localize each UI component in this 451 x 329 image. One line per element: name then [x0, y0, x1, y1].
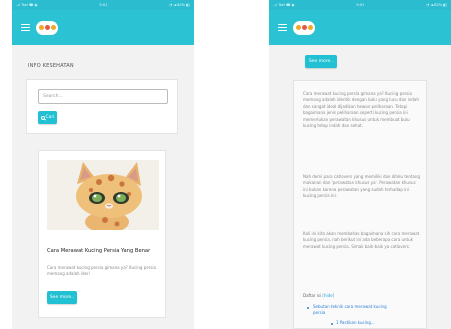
status-time: 9:01 [99, 3, 108, 7]
app-bar [12, 10, 194, 45]
status-right: ◔ ◄ 82% ▮▯ [426, 3, 447, 7]
search-input[interactable]: Search... [38, 89, 168, 104]
article-card[interactable]: Cara Merawat Kucing Persia Yang Benar Ca… [38, 150, 166, 318]
toc-bullet-icon [307, 307, 309, 309]
search-button[interactable]: Cari [38, 111, 57, 124]
toc-title: Daftar isi [303, 293, 322, 298]
article-paragraph-3: Kali ini kita akan membahas bagaimana si… [303, 231, 420, 249]
article-excerpt: Cara merawat kucing persia gimana ya? Ku… [47, 265, 156, 276]
section-title: INFO KESEHATAN [28, 63, 74, 69]
status-left: ..ıl Tsel ☎ ◉ [16, 3, 38, 7]
article-content-card: Cara merawat kucing persia gimana ya? Ku… [293, 80, 427, 329]
status-left: ..ıl Tsel ☎ ◉ [273, 3, 295, 7]
menu-icon[interactable] [21, 24, 30, 31]
toc-label: Daftar isi [hide] [303, 293, 334, 298]
cat-figurine-image [47, 160, 159, 230]
article-title[interactable]: Cara Merawat Kucing Persia Yang Benar [47, 248, 167, 254]
article-paragraph-1: Cara merawat kucing persia gimana ya? Ku… [303, 91, 419, 129]
see-more-button[interactable]: See more.. [305, 55, 337, 68]
status-time: 9:01 [356, 3, 365, 7]
status-right: ◔ ◄ 82% ▮▯ [169, 3, 190, 7]
search-card: Search... Cari [26, 79, 178, 134]
toc-bullet-icon [331, 323, 333, 325]
status-bar: ..ıl Tsel ☎ ◉ 9:01 ◔ ◄ 82% ▮▯ [269, 0, 451, 10]
right-phone-screen: ..ıl Tsel ☎ ◉ 9:01 ◔ ◄ 82% ▮▯ See more..… [269, 0, 451, 329]
left-phone-screen: ..ıl Tsel ☎ ◉ 9:01 ◔ ◄ 82% ▮▯ INFO KESEH… [12, 0, 194, 329]
app-bar [269, 10, 451, 45]
toc-hide-toggle[interactable]: [hide] [322, 293, 334, 298]
app-logo-icon[interactable] [293, 20, 315, 35]
toc-item-1[interactable]: Sebutan teknik cara merawat kucing persi… [313, 304, 393, 316]
app-logo-icon[interactable] [36, 20, 58, 35]
status-bar: ..ıl Tsel ☎ ◉ 9:01 ◔ ◄ 82% ▮▯ [12, 0, 194, 10]
toc-item-2[interactable]: 1 Pastikan kucing... [336, 320, 416, 326]
menu-icon[interactable] [278, 24, 287, 31]
see-more-button[interactable]: See more.. [47, 291, 77, 304]
article-paragraph-2: Nah demi para catlovers yang memiliki da… [303, 174, 420, 199]
search-button-label: Cari [45, 115, 55, 120]
search-icon [40, 115, 45, 120]
screenshot-stage: ..ıl Tsel ☎ ◉ 9:01 ◔ ◄ 82% ▮▯ INFO KESEH… [0, 0, 451, 329]
